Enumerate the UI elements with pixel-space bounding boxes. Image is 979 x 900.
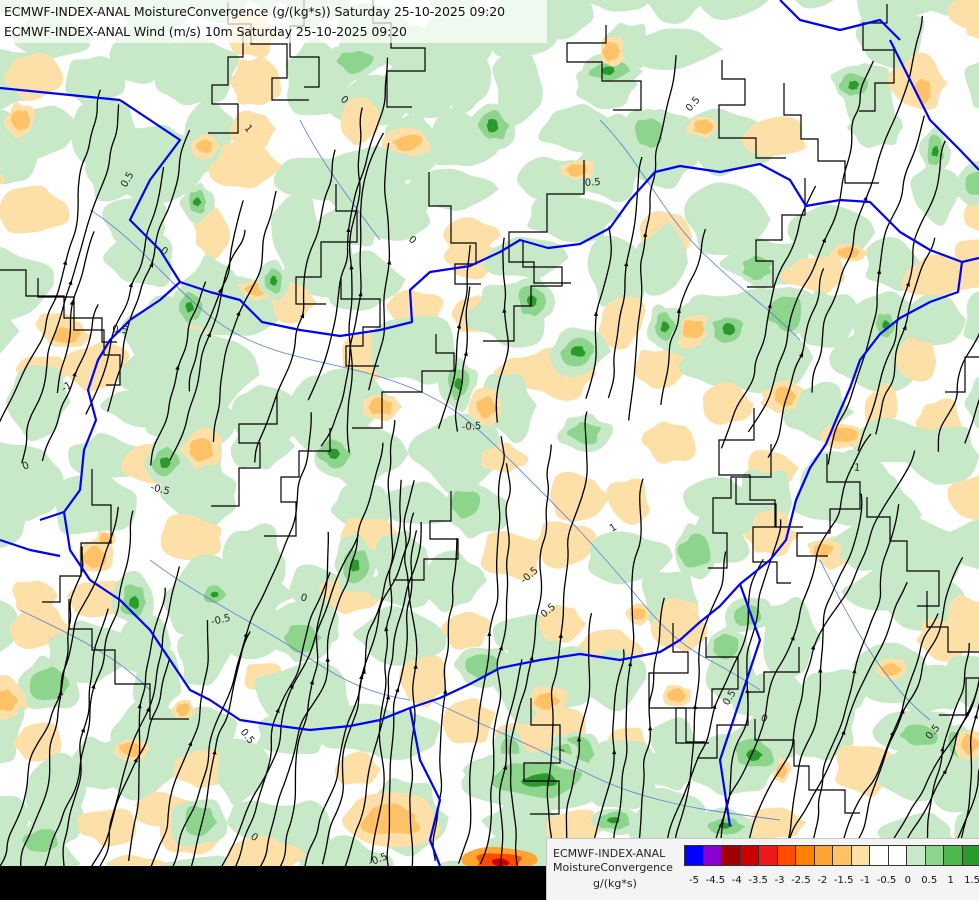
contour-label: 0.5 bbox=[584, 177, 601, 189]
title-wind: ECMWF-INDEX-ANAL Wind (m/s) 10m Saturday… bbox=[4, 24, 407, 39]
legend-tick: -2 bbox=[817, 875, 828, 886]
legend-swatch bbox=[776, 845, 796, 866]
legend-tick: -4.5 bbox=[705, 875, 726, 886]
legend-swatch bbox=[721, 845, 741, 866]
legend-swatch bbox=[832, 845, 852, 866]
legend-tick: -4 bbox=[731, 875, 742, 886]
legend-swatch bbox=[869, 845, 889, 866]
map-viewport[interactable]: 0.5 0 -0.5 1 -1 0.5 0 -0.5 0.5 0 0.5 -0.5 0 0.5 -0.5 0 0… bbox=[0, 0, 979, 900]
legend-swatch bbox=[961, 845, 979, 866]
legend-tick: -3.5 bbox=[748, 875, 768, 886]
legend-unit: g/(kg*s) bbox=[593, 877, 637, 890]
legend-tick: 1 bbox=[947, 875, 954, 886]
title-box: ECMWF-INDEX-ANAL MoistureConvergence (g/… bbox=[0, 0, 547, 43]
legend-tick: -3 bbox=[774, 875, 785, 886]
legend-tick: -0.5 bbox=[876, 875, 897, 886]
legend-tick: 0.5 bbox=[921, 875, 938, 886]
legend-tick: 1.5 bbox=[964, 875, 979, 886]
legend-swatch bbox=[795, 845, 815, 866]
legend-swatch bbox=[702, 845, 722, 866]
legend-swatch bbox=[906, 845, 926, 866]
title-moisture-convergence: ECMWF-INDEX-ANAL MoistureConvergence (g/… bbox=[4, 4, 505, 19]
legend-tick-labels: -5-4.5-4-3.5-3-2.5-2-1.5-1-0.500.511.52 bbox=[684, 875, 979, 889]
legend-tick: -1 bbox=[860, 875, 871, 886]
legend-tick: -1.5 bbox=[833, 875, 854, 886]
contour-label: 0.5 bbox=[112, 324, 129, 336]
legend-swatch bbox=[739, 845, 759, 866]
legend-tick: -2.5 bbox=[791, 875, 811, 886]
legend-swatch bbox=[887, 845, 907, 866]
contour-label: -1 bbox=[850, 462, 861, 474]
legend-model: ECMWF-INDEX-ANAL bbox=[553, 847, 666, 860]
legend-parameter: MoistureConvergence bbox=[553, 861, 673, 874]
legend-tick: 0 bbox=[904, 875, 912, 886]
legend-swatch bbox=[943, 845, 963, 866]
convergence-core bbox=[486, 118, 499, 133]
legend-swatch bbox=[684, 845, 704, 866]
convergence-core bbox=[848, 80, 859, 90]
moisture-convergence-map: 0.50-0.51-10.50-0.50.500.5-0.500.5-0.500… bbox=[0, 0, 979, 900]
legend-swatch bbox=[924, 845, 944, 866]
legend-swatch bbox=[850, 845, 870, 866]
contour-label: -0.5 bbox=[462, 421, 482, 433]
divergence-core bbox=[682, 320, 705, 338]
legend-color-scale bbox=[684, 845, 979, 866]
legend-tick: -5 bbox=[689, 875, 699, 886]
legend-swatch bbox=[758, 845, 778, 866]
color-legend: ECMWF-INDEX-ANAL MoistureConvergence g/(… bbox=[546, 838, 979, 900]
legend-swatch bbox=[813, 845, 833, 866]
